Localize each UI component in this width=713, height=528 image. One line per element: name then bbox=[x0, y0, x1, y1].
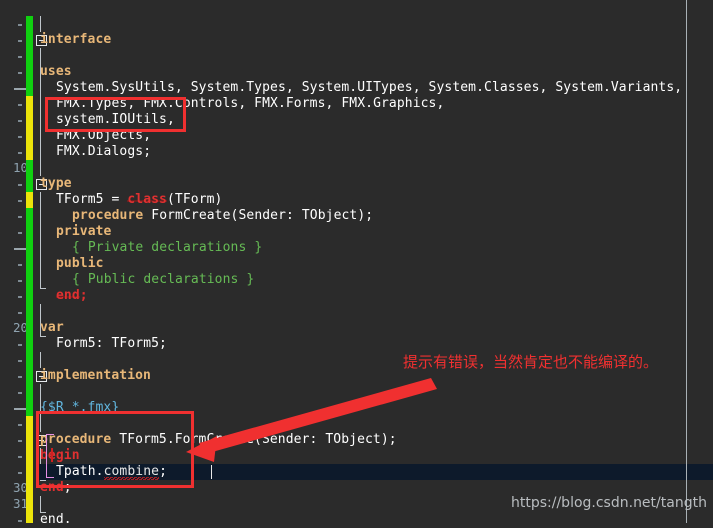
code-token: interface bbox=[40, 32, 112, 47]
code-token: { Private declarations } bbox=[72, 240, 263, 255]
code-editor-screenshot: 10 20 30 31 interface uses System.SysUtils, S… bbox=[0, 0, 713, 527]
code-token: type bbox=[40, 176, 72, 191]
code-token: end. bbox=[40, 512, 72, 527]
uses-clause-highlight-box bbox=[45, 97, 186, 132]
code-line[interactable]: public bbox=[56, 256, 104, 272]
code-line[interactable]: end; bbox=[56, 288, 88, 304]
code-line[interactable]: TForm5 = class(TForm) bbox=[56, 192, 222, 208]
code-token: class bbox=[127, 192, 167, 207]
code-token: { Public declarations } bbox=[72, 272, 255, 287]
code-token: private bbox=[56, 224, 112, 239]
code-line[interactable]: end. bbox=[40, 512, 72, 528]
annotation-note-text: 提示有错误，当然肯定也不能编译的。 bbox=[403, 353, 659, 371]
code-token: var bbox=[40, 320, 64, 335]
code-line[interactable]: Form5: TForm5; bbox=[56, 336, 167, 352]
code-token: Form5: TForm5; bbox=[56, 336, 167, 351]
code-token: end bbox=[56, 288, 80, 303]
right-margin-guide bbox=[686, 0, 687, 523]
code-token: (TForm) bbox=[166, 192, 223, 207]
code-line[interactable]: System.SysUtils, System.Types, System.UI… bbox=[56, 80, 682, 96]
code-token: TForm5 = bbox=[56, 192, 128, 207]
code-line[interactable]: type bbox=[40, 176, 72, 192]
code-line[interactable]: procedure FormCreate(Sender: TObject); bbox=[72, 208, 373, 224]
code-token: uses bbox=[40, 64, 72, 79]
code-line[interactable]: interface bbox=[40, 32, 111, 48]
code-token: procedure bbox=[72, 208, 144, 223]
code-line[interactable]: var bbox=[40, 320, 64, 336]
code-line[interactable]: { Private declarations } bbox=[72, 240, 262, 256]
code-line[interactable]: private bbox=[56, 224, 112, 240]
code-line[interactable]: { Public declarations } bbox=[72, 272, 254, 288]
code-token: FormCreate(Sender: TObject); bbox=[143, 208, 374, 223]
code-token: ; bbox=[79, 288, 88, 303]
code-token: System.SysUtils, System.Types, System.UI… bbox=[56, 80, 683, 95]
code-line[interactable]: uses bbox=[40, 64, 72, 80]
watermark-url: https://blog.csdn.net/tangth bbox=[511, 495, 707, 511]
code-token: implementation bbox=[40, 368, 151, 383]
code-token: FMX.Dialogs; bbox=[56, 144, 152, 159]
text-caret bbox=[211, 465, 212, 479]
code-line[interactable]: FMX.Dialogs; bbox=[56, 144, 151, 160]
code-line[interactable]: implementation bbox=[40, 368, 151, 384]
procedure-body-highlight-box bbox=[36, 411, 194, 488]
code-token: public bbox=[56, 256, 104, 271]
